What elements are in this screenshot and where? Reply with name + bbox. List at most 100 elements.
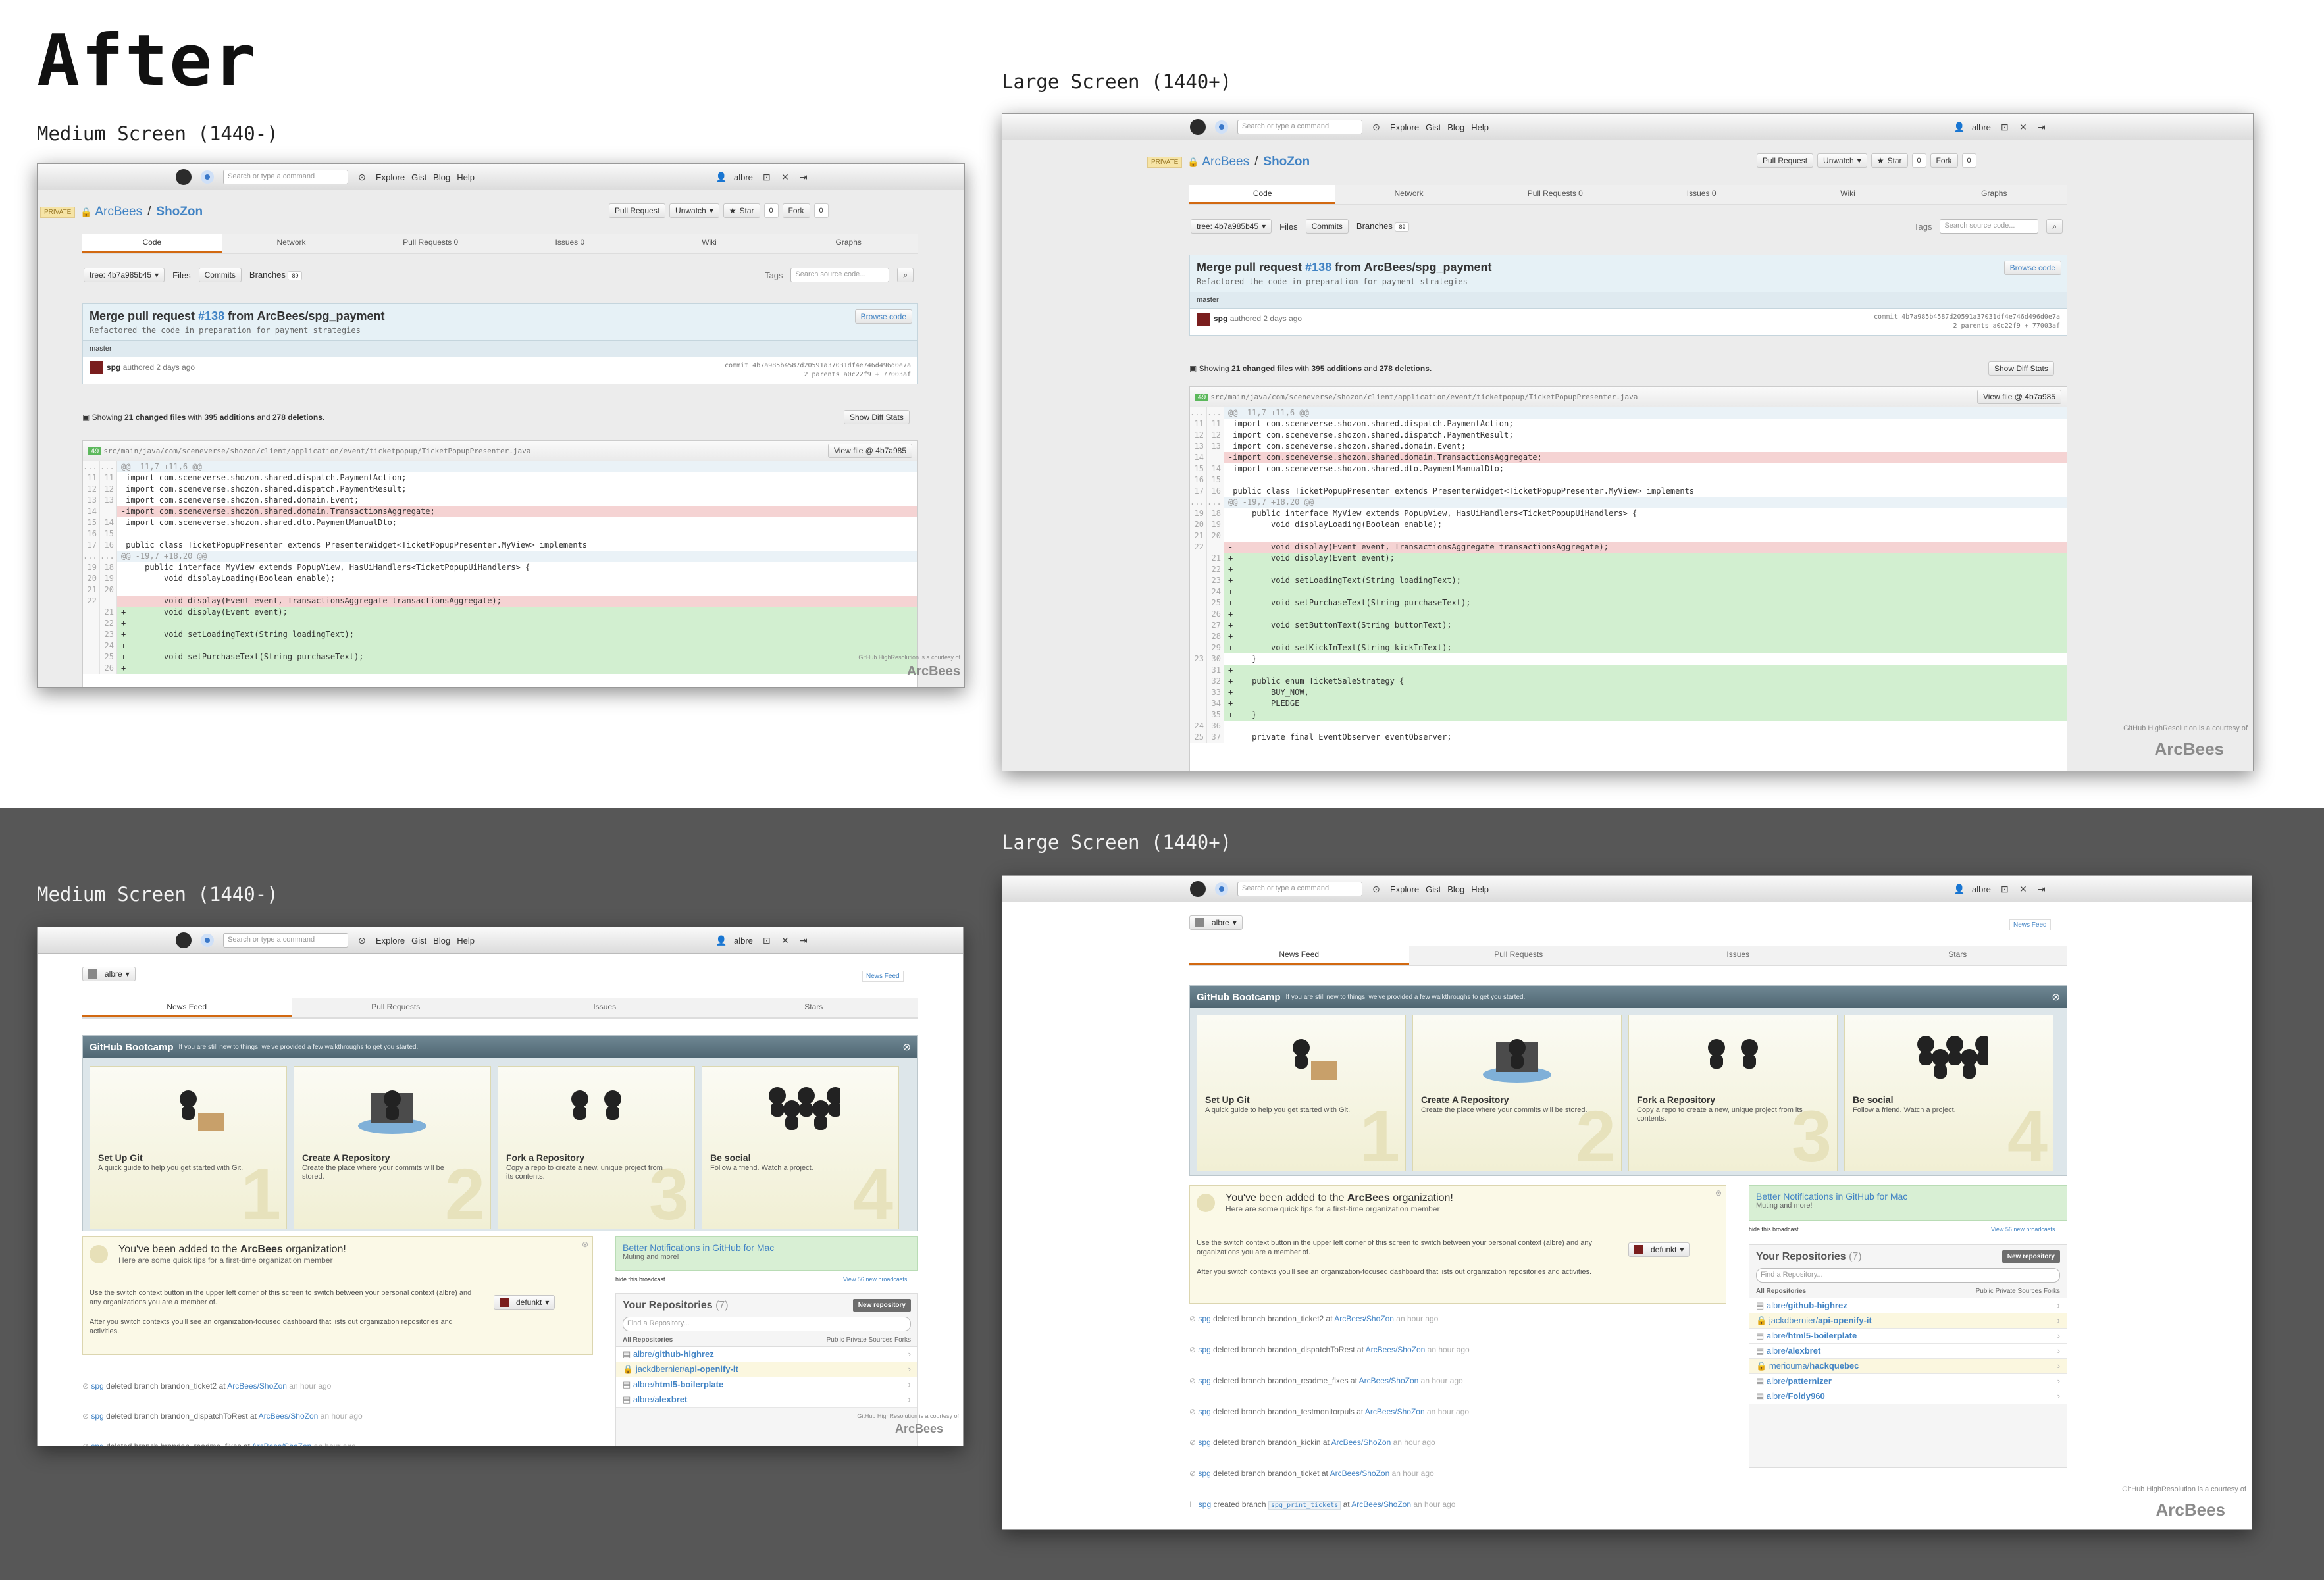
repository-row[interactable]: 🔒 jackdbernier/api-openify-it › (616, 1362, 917, 1377)
new-line-number[interactable]: 23 (1207, 575, 1224, 586)
new-repo-icon[interactable]: ⊡ (2000, 122, 2009, 132)
username[interactable]: albre (1972, 884, 1991, 894)
repository-owner[interactable]: albre/ (1767, 1300, 1788, 1310)
new-line-number[interactable]: 16 (100, 540, 117, 551)
old-line-number[interactable]: 25 (1190, 732, 1207, 743)
repository-name[interactable]: 🔒 jackdbernier/api-openify-it (1756, 1315, 1872, 1326)
tags-link[interactable]: Tags (1914, 222, 1932, 232)
old-line-number[interactable]: 24 (1190, 721, 1207, 732)
event-user[interactable]: spg (1198, 1438, 1210, 1447)
old-line-number[interactable]: 13 (1190, 441, 1207, 452)
repository-short-name[interactable]: api-openify-it (1818, 1315, 1872, 1325)
old-line-number[interactable]: ... (83, 551, 100, 562)
fork-button[interactable]: Fork (782, 203, 810, 218)
pull-request-button[interactable]: Pull Request (609, 203, 666, 218)
old-line-number[interactable] (83, 640, 100, 651)
event-repo[interactable]: ArcBees/ShoZon (227, 1381, 287, 1390)
new-repository-button[interactable]: New repository (852, 1299, 911, 1312)
old-line-number[interactable] (1190, 642, 1207, 653)
new-line-number[interactable]: 13 (100, 495, 117, 506)
repo-name[interactable]: ShoZon (1263, 155, 1310, 169)
new-line-number[interactable]: 18 (1207, 508, 1224, 519)
card-title[interactable]: Fork a Repository (506, 1152, 584, 1163)
new-line-number[interactable]: 24 (100, 640, 117, 651)
repository-owner[interactable]: albre/ (1767, 1331, 1788, 1340)
new-line-number[interactable]: 33 (1207, 687, 1224, 698)
nav-help[interactable]: Help (457, 936, 475, 946)
tab-stars[interactable]: Stars (709, 998, 918, 1017)
repository-name[interactable]: ▤ albre/patternizer (1756, 1376, 1832, 1387)
news-feed-rss-link[interactable]: News Feed (2009, 919, 2051, 930)
search-input[interactable]: Search or type a command (1237, 882, 1362, 896)
new-line-number[interactable]: 29 (1207, 642, 1224, 653)
old-line-number[interactable]: 19 (1190, 508, 1207, 519)
event-repo[interactable]: ArcBees/ShoZon (1331, 1438, 1391, 1447)
tab-pull-requests[interactable]: Pull Requests 0 (1482, 185, 1628, 204)
new-line-number[interactable]: 26 (100, 663, 117, 674)
tab-news-feed[interactable]: News Feed (82, 998, 292, 1017)
nav-help[interactable]: Help (1471, 122, 1489, 132)
repository-owner[interactable]: albre/ (1767, 1391, 1788, 1401)
new-line-number[interactable]: ... (100, 551, 117, 562)
settings-icon[interactable]: ✕ (781, 172, 790, 182)
old-line-number[interactable] (83, 607, 100, 618)
repository-owner[interactable]: jackdbernier/ (636, 1364, 684, 1374)
old-line-number[interactable]: 14 (83, 506, 100, 517)
new-line-number[interactable]: 25 (100, 651, 117, 663)
event-repo[interactable]: ArcBees/ShoZon (1351, 1500, 1411, 1509)
repo-owner[interactable]: ArcBees (95, 205, 142, 219)
github-logo-icon[interactable] (176, 932, 192, 948)
event-repo[interactable]: ArcBees/ShoZon (259, 1412, 319, 1421)
old-line-number[interactable] (83, 618, 100, 629)
nav-explore[interactable]: Explore (1390, 122, 1419, 132)
repository-owner[interactable]: albre/ (1767, 1376, 1788, 1386)
event-branch[interactable]: spg_print_tickets (1268, 1501, 1341, 1510)
repository-owner[interactable]: meriouma/ (1769, 1361, 1809, 1371)
new-line-number[interactable]: ... (1207, 407, 1224, 419)
old-line-number[interactable]: 11 (1190, 419, 1207, 430)
repository-row[interactable]: ▤ albre/html5-boilerplate › (1749, 1329, 2067, 1344)
tab-wiki[interactable]: Wiki (1774, 185, 1921, 204)
new-line-number[interactable]: 31 (1207, 665, 1224, 676)
username[interactable]: albre (734, 936, 753, 946)
tab-pull-requests[interactable]: Pull Requests 0 (361, 234, 500, 253)
old-line-number[interactable]: 22 (83, 596, 100, 607)
tab-code[interactable]: Code (1189, 185, 1336, 204)
notifications-icon[interactable] (1215, 882, 1228, 896)
repository-name[interactable]: ▤ albre/Foldy960 (1756, 1391, 1825, 1402)
repository-owner[interactable]: jackdbernier/ (1769, 1315, 1818, 1325)
new-line-number[interactable]: 22 (1207, 564, 1224, 575)
files-link[interactable]: Files (1279, 222, 1297, 232)
new-line-number[interactable]: ... (100, 461, 117, 472)
repository-row[interactable]: ▤ albre/github-highrez › (1749, 1298, 2067, 1313)
event-repo[interactable]: ArcBees/ShoZon (1334, 1314, 1394, 1323)
old-line-number[interactable]: 20 (83, 573, 100, 584)
repository-owner[interactable]: albre/ (633, 1394, 655, 1404)
new-line-number[interactable]: 35 (1207, 709, 1224, 721)
old-line-number[interactable] (83, 651, 100, 663)
broadcast-title[interactable]: Better Notifications in GitHub for Mac (1756, 1191, 2060, 1202)
old-line-number[interactable] (1190, 598, 1207, 609)
settings-icon[interactable]: ✕ (2019, 884, 2028, 894)
event-repo[interactable]: ArcBees/ShoZon (1365, 1407, 1425, 1416)
repository-owner[interactable]: albre/ (633, 1349, 655, 1359)
card-title[interactable]: Set Up Git (1205, 1094, 1250, 1105)
repository-name[interactable]: ▤ albre/alexbret (1756, 1346, 1820, 1356)
code-search-input[interactable]: Search source code... (790, 268, 890, 282)
bootcamp-card[interactable]: 3 Fork a Repository Copy a repo to create … (1628, 1015, 1838, 1171)
notifications-icon[interactable] (201, 934, 214, 947)
star-button[interactable]: ★ Star (723, 203, 760, 218)
new-line-number[interactable]: 13 (1207, 441, 1224, 452)
new-line-number[interactable]: 21 (1207, 553, 1224, 564)
broadcast-title[interactable]: Better Notifications in GitHub for Mac (623, 1242, 911, 1253)
fork-button[interactable]: Fork (1930, 153, 1958, 168)
new-line-number[interactable] (100, 596, 117, 607)
new-line-number[interactable]: 19 (1207, 519, 1224, 530)
repository-short-name[interactable]: github-highrez (1788, 1300, 1847, 1310)
new-line-number[interactable]: 36 (1207, 721, 1224, 732)
nav-gist[interactable]: Gist (411, 172, 426, 182)
repo-name[interactable]: ShoZon (156, 205, 203, 219)
card-title[interactable]: Set Up Git (98, 1152, 143, 1163)
nav-blog[interactable]: Blog (433, 172, 450, 182)
tab-wiki[interactable]: Wiki (640, 234, 779, 253)
